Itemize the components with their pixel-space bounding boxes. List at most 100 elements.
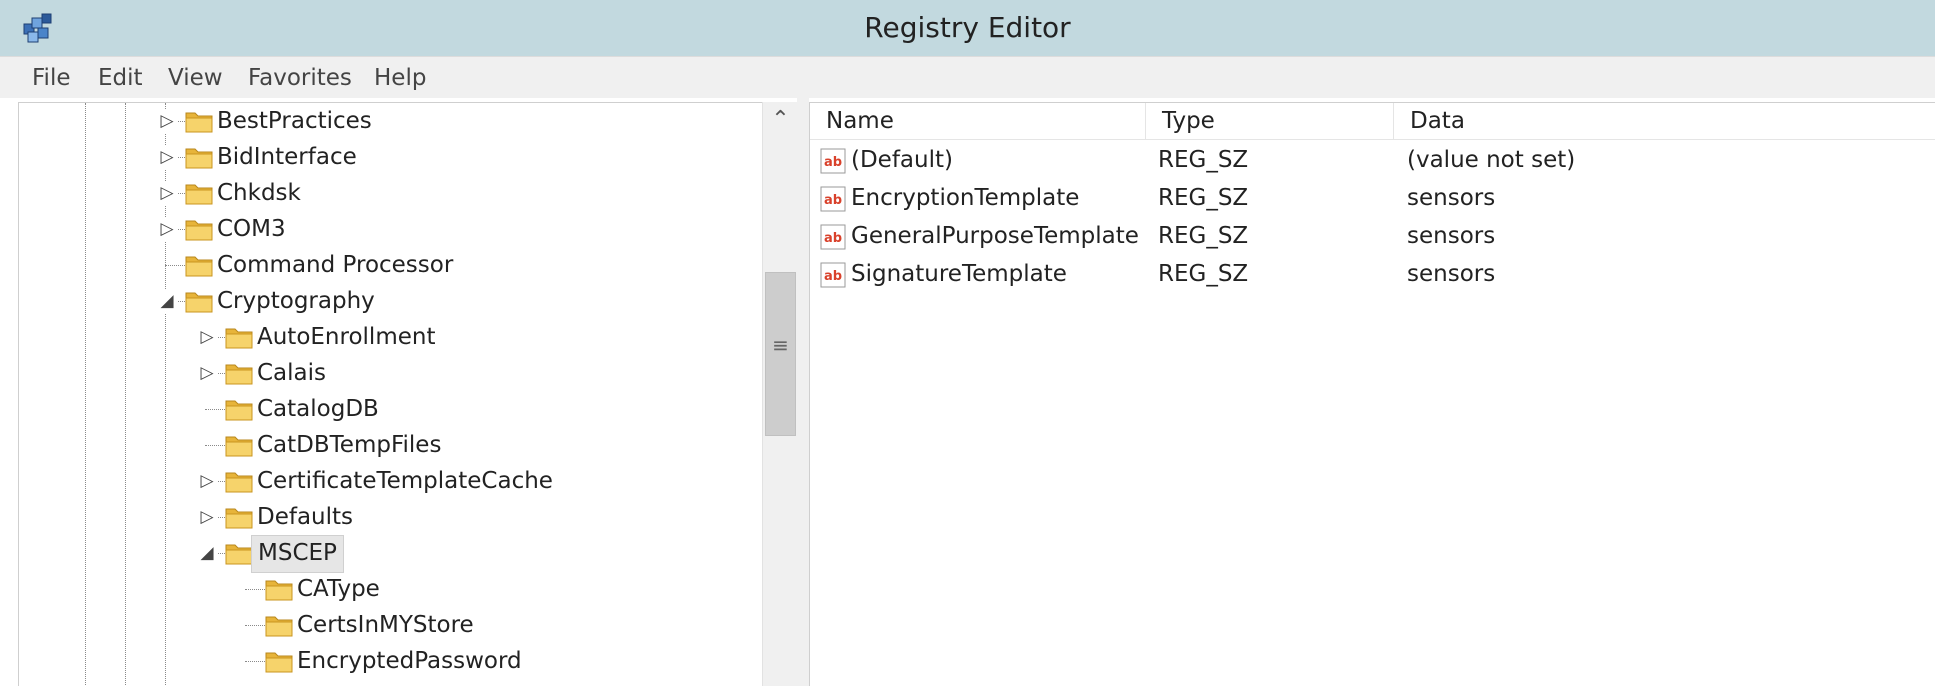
- tree-item[interactable]: ▷ Chkdsk: [19, 175, 764, 211]
- column-header-data[interactable]: Data: [1394, 103, 1935, 139]
- values-list[interactable]: Name Type Data ab (Default) REG_SZ (value n…: [809, 102, 1935, 686]
- collapsed-arrow-icon[interactable]: ▷: [156, 217, 178, 241]
- column-header-type[interactable]: Type: [1146, 103, 1394, 139]
- folder-icon: [184, 287, 214, 315]
- tree-item-label[interactable]: MSCEP: [251, 535, 344, 573]
- collapsed-arrow-icon[interactable]: ▷: [156, 181, 178, 205]
- string-value-icon: ab: [820, 186, 846, 212]
- tree-item[interactable]: CertsInMYStore: [19, 607, 764, 643]
- value-row[interactable]: ab SignatureTemplate REG_SZ sensors: [810, 255, 1935, 293]
- menu-view[interactable]: View: [168, 57, 223, 99]
- menu-file[interactable]: File: [32, 57, 71, 99]
- tree-item-label[interactable]: Command Processor: [211, 247, 459, 283]
- tree-item-label[interactable]: Cryptography: [211, 283, 381, 319]
- folder-icon: [184, 251, 214, 279]
- tree-item[interactable]: EnforcePassword: [19, 679, 764, 686]
- tree-item[interactable]: CatDBTempFiles: [19, 427, 764, 463]
- value-name: GeneralPurposeTemplate: [851, 223, 1139, 249]
- folder-icon: [224, 467, 254, 495]
- tree-item[interactable]: Command Processor: [19, 247, 764, 283]
- tree-item-label[interactable]: CatalogDB: [251, 391, 385, 427]
- title-bar[interactable]: Registry Editor: [0, 0, 1935, 56]
- tree-connector: [205, 409, 225, 410]
- string-value-icon: ab: [820, 224, 846, 250]
- tree-item-label[interactable]: BidInterface: [211, 139, 363, 175]
- tree-item-label[interactable]: EnforcePassword: [291, 679, 497, 686]
- tree-connector: [245, 625, 265, 626]
- folder-icon: [184, 215, 214, 243]
- tree-connector: [165, 265, 185, 266]
- menu-edit[interactable]: Edit: [98, 57, 143, 99]
- value-name: (Default): [851, 147, 953, 173]
- grip-icon: ≡: [772, 333, 789, 357]
- value-name: SignatureTemplate: [851, 261, 1067, 287]
- folder-icon: [224, 431, 254, 459]
- pane-splitter[interactable]: [797, 98, 809, 686]
- tree-item[interactable]: CAType: [19, 571, 764, 607]
- expanded-arrow-icon[interactable]: ◢: [156, 289, 178, 313]
- tree-connector: [245, 661, 265, 662]
- string-value-icon: ab: [820, 262, 846, 288]
- tree-item[interactable]: ▷ COM3: [19, 211, 764, 247]
- registry-key-tree[interactable]: ▷ BestPractices ▷ BidInterface ▷ Chkdsk ▷ COM3 C…: [18, 102, 764, 686]
- scroll-up-arrow-icon[interactable]: ⌃: [763, 102, 798, 138]
- collapsed-arrow-icon[interactable]: ▷: [196, 505, 218, 529]
- tree-item[interactable]: ▷ Defaults: [19, 499, 764, 535]
- content-area: ▷ BestPractices ▷ BidInterface ▷ Chkdsk ▷ COM3 C…: [0, 98, 1935, 686]
- folder-icon: [264, 575, 294, 603]
- collapsed-arrow-icon[interactable]: ▷: [156, 145, 178, 169]
- tree-item-label[interactable]: CAType: [291, 571, 386, 607]
- collapsed-arrow-icon[interactable]: ▷: [156, 109, 178, 133]
- scroll-thumb[interactable]: ≡: [765, 272, 796, 436]
- expanded-arrow-icon[interactable]: ◢: [196, 541, 218, 565]
- tree-item-label[interactable]: Defaults: [251, 499, 359, 535]
- value-data: sensors: [1407, 261, 1496, 287]
- value-name: EncryptionTemplate: [851, 185, 1080, 211]
- value-type: REG_SZ: [1158, 147, 1249, 173]
- tree-item[interactable]: ▷ CertificateTemplateCache: [19, 463, 764, 499]
- tree-item[interactable]: ◢ MSCEP: [19, 535, 764, 573]
- value-row[interactable]: ab (Default) REG_SZ (value not set): [810, 141, 1935, 179]
- string-value-icon: ab: [820, 148, 846, 174]
- tree-item[interactable]: ◢ Cryptography: [19, 283, 764, 319]
- tree-item-label[interactable]: EncryptedPassword: [291, 643, 528, 679]
- tree-item[interactable]: ▷ Calais: [19, 355, 764, 391]
- tree-item-label[interactable]: Chkdsk: [211, 175, 307, 211]
- folder-icon: [264, 611, 294, 639]
- tree-vertical-scrollbar[interactable]: ⌃ ≡: [762, 102, 798, 686]
- tree-item-label[interactable]: CertsInMYStore: [291, 607, 480, 643]
- svg-text:ab: ab: [824, 231, 842, 246]
- tree-item[interactable]: CatalogDB: [19, 391, 764, 427]
- value-row[interactable]: ab EncryptionTemplate REG_SZ sensors: [810, 179, 1935, 217]
- folder-icon: [224, 503, 254, 531]
- tree-connector: [205, 445, 225, 446]
- collapsed-arrow-icon[interactable]: ▷: [196, 469, 218, 493]
- svg-text:ab: ab: [824, 155, 842, 170]
- tree-item[interactable]: ▷ AutoEnrollment: [19, 319, 764, 355]
- tree-item-label[interactable]: CatDBTempFiles: [251, 427, 447, 463]
- tree-item-label[interactable]: CertificateTemplateCache: [251, 463, 559, 499]
- value-row[interactable]: ab GeneralPurposeTemplate REG_SZ sensors: [810, 217, 1935, 255]
- tree-item[interactable]: ▷ BidInterface: [19, 139, 764, 175]
- value-type: REG_SZ: [1158, 223, 1249, 249]
- tree-item[interactable]: ▷ BestPractices: [19, 103, 764, 139]
- folder-icon: [224, 395, 254, 423]
- tree-item-label[interactable]: COM3: [211, 211, 292, 247]
- menu-favorites[interactable]: Favorites: [248, 57, 352, 99]
- collapsed-arrow-icon[interactable]: ▷: [196, 325, 218, 349]
- collapsed-arrow-icon[interactable]: ▷: [196, 361, 218, 385]
- tree-item-label[interactable]: BestPractices: [211, 103, 378, 139]
- tree-item[interactable]: EncryptedPassword: [19, 643, 764, 679]
- value-data: sensors: [1407, 223, 1496, 249]
- column-header-name[interactable]: Name: [810, 103, 1146, 139]
- menu-help[interactable]: Help: [374, 57, 426, 99]
- folder-icon: [264, 647, 294, 675]
- menu-bar: File Edit View Favorites Help: [0, 56, 1935, 99]
- tree-connector: [245, 589, 265, 590]
- value-type: REG_SZ: [1158, 185, 1249, 211]
- value-data: (value not set): [1407, 147, 1576, 173]
- tree-item-label[interactable]: AutoEnrollment: [251, 319, 441, 355]
- svg-text:ab: ab: [824, 193, 842, 208]
- tree-item-label[interactable]: Calais: [251, 355, 332, 391]
- registry-editor-window: Registry Editor File Edit View Favorites…: [0, 0, 1935, 686]
